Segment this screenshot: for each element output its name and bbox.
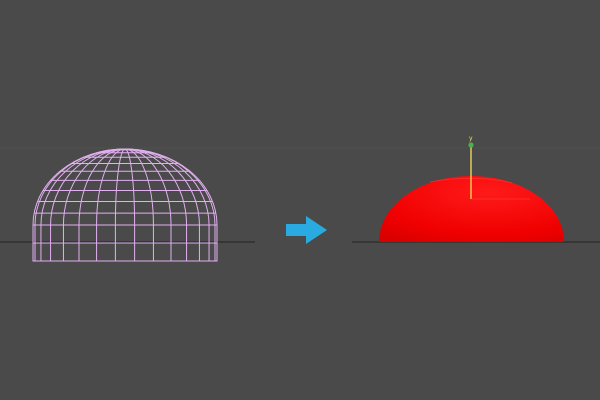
pivot-handle-icon[interactable] [468, 142, 474, 148]
y-axis-label: y [469, 135, 473, 142]
3d-viewport[interactable]: y [0, 0, 600, 400]
